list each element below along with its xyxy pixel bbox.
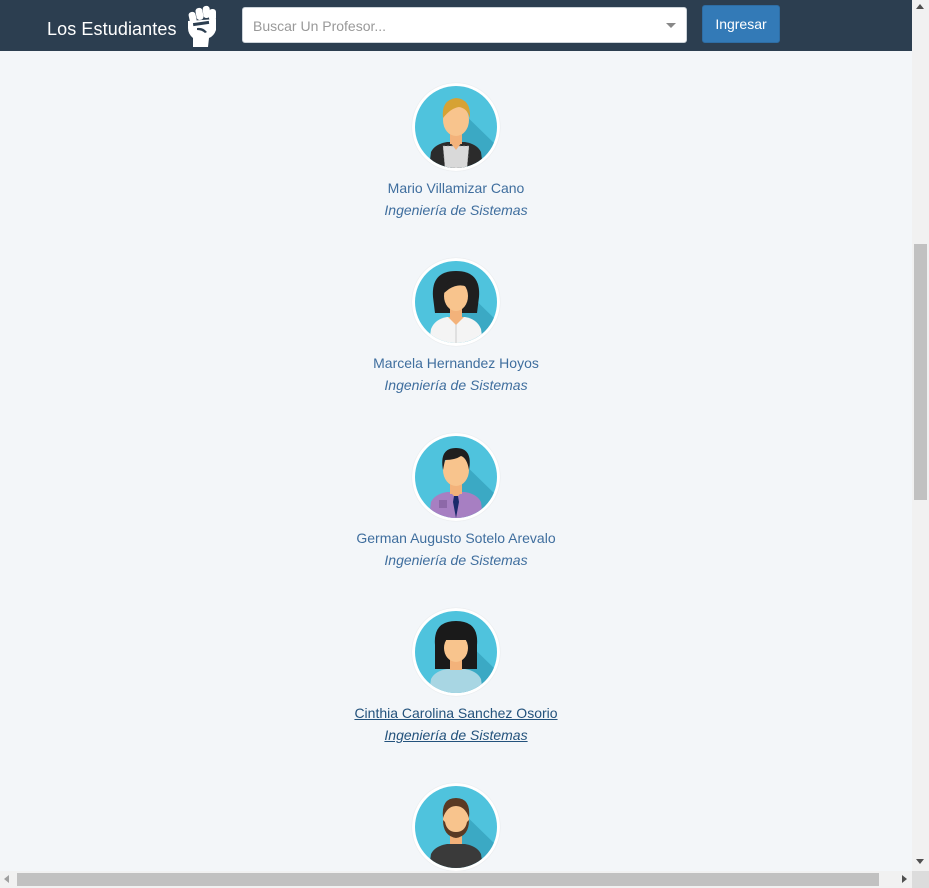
professor-department[interactable]: Ingeniería de Sistemas	[0, 727, 912, 743]
professor-department[interactable]: Ingeniería de Sistemas	[0, 552, 912, 568]
professor-name[interactable]: Marcela Hernandez Hoyos	[0, 355, 912, 371]
professor-department[interactable]: Ingeniería de Sistemas	[0, 202, 912, 218]
navbar: Los Estudiantes Buscar Un Profesor... In…	[0, 0, 912, 51]
male-blond-avatar-icon[interactable]	[412, 83, 500, 171]
horizontal-scrollbar[interactable]	[0, 871, 912, 888]
male-beard-avatar-icon[interactable]	[412, 783, 500, 871]
vertical-scroll-thumb[interactable]	[914, 244, 927, 500]
professor-name[interactable]: German Augusto Sotelo Arevalo	[0, 530, 912, 546]
search-select[interactable]: Buscar Un Profesor...	[242, 7, 687, 43]
scrollbar-corner	[912, 871, 929, 888]
professor-name[interactable]: Mario Villamizar Cano	[0, 180, 912, 196]
login-button[interactable]: Ingresar	[702, 5, 780, 43]
brand-name[interactable]: Los Estudiantes	[47, 19, 177, 40]
professor-department[interactable]: Ingeniería de Sistemas	[0, 377, 912, 393]
scroll-down-arrow-icon[interactable]	[916, 859, 924, 864]
chevron-down-icon[interactable]	[666, 23, 676, 28]
vertical-scrollbar[interactable]	[912, 0, 929, 871]
raised-fist-icon[interactable]	[183, 2, 221, 48]
horizontal-scroll-thumb[interactable]	[17, 873, 879, 886]
male-tie-avatar-icon[interactable]	[412, 433, 500, 521]
professor-name[interactable]: Cinthia Carolina Sanchez Osorio	[0, 705, 912, 721]
scroll-right-arrow-icon[interactable]	[902, 875, 907, 883]
scroll-left-arrow-icon[interactable]	[4, 875, 9, 883]
search-placeholder: Buscar Un Profesor...	[253, 18, 387, 34]
female-bangs-avatar-icon[interactable]	[412, 608, 500, 696]
scroll-up-arrow-icon[interactable]	[916, 4, 924, 9]
female-dark-hair-avatar-icon[interactable]	[412, 258, 500, 346]
